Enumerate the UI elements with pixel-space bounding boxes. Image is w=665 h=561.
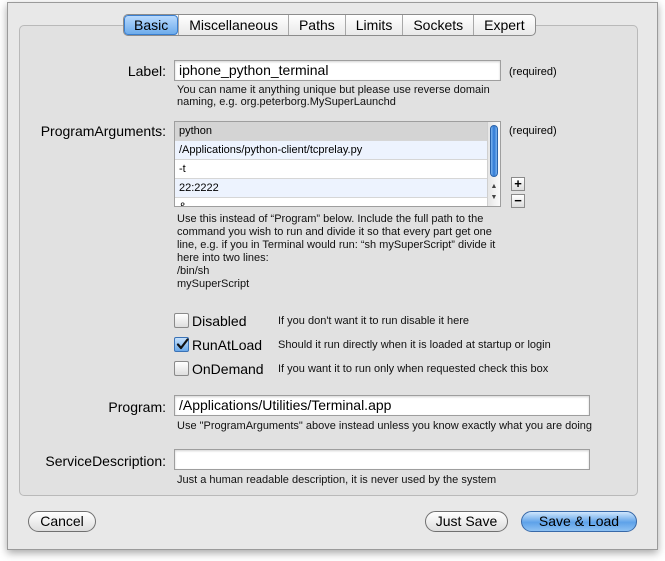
program-arguments-help-line-3: line, e.g. if you in Terminal would run:…	[177, 239, 496, 251]
ondemand-help: If you want it to run only when requeste…	[278, 363, 549, 375]
list-item[interactable]: python	[175, 122, 489, 141]
program-arguments-help-line-4: here into two lines:	[177, 252, 269, 264]
ondemand-checkbox-label[interactable]: OnDemand	[192, 361, 264, 377]
program-label: Program:	[108, 399, 166, 415]
list-item[interactable]: /Applications/python-client/tcprelay.py	[175, 141, 489, 160]
disabled-help: If you don't want it to run disable it h…	[278, 315, 470, 327]
program-arguments-help-line-2: command you wish to run and divide it so…	[177, 226, 492, 238]
program-help: Use "ProgramArguments" above instead unl…	[177, 420, 593, 432]
list-scrollbar[interactable]: ▲ ▼	[487, 122, 500, 206]
save-and-load-button[interactable]: Save & Load	[521, 511, 637, 532]
tab-sockets[interactable]: Sockets	[402, 15, 473, 35]
service-description-input[interactable]	[174, 449, 590, 470]
cancel-button[interactable]: Cancel	[28, 511, 96, 532]
list-item[interactable]: -t	[175, 160, 489, 179]
scroll-up-arrow-icon[interactable]: ▲	[489, 182, 499, 192]
runatload-checkbox[interactable]	[174, 337, 189, 352]
checkmark-icon	[176, 338, 189, 350]
runatload-checkbox-label[interactable]: RunAtLoad	[192, 337, 262, 353]
list-item[interactable]: 22:2222	[175, 179, 489, 198]
list-item[interactable]: &	[175, 198, 489, 206]
label-field-label: Label:	[127, 63, 166, 79]
program-input[interactable]: /Applications/Utilities/Terminal.app	[174, 395, 590, 416]
disabled-checkbox-label[interactable]: Disabled	[192, 313, 246, 329]
remove-argument-button[interactable]: −	[511, 194, 525, 208]
tab-paths[interactable]: Paths	[287, 15, 345, 35]
label-help-line-2: naming, e.g. org.peterborg.MySuperLaunch…	[177, 96, 396, 108]
program-arguments-label: ProgramArguments:	[40, 123, 166, 139]
scroll-down-arrow-icon[interactable]: ▼	[489, 193, 499, 203]
service-description-help: Just a human readable description, it is…	[177, 474, 497, 486]
program-arguments-help-line-5: /bin/sh	[177, 265, 210, 277]
runatload-help: Should it run directly when it is loaded…	[278, 339, 551, 351]
tab-basic[interactable]: Basic	[124, 15, 179, 35]
service-description-label: ServiceDescription:	[45, 453, 166, 469]
tab-miscellaneous[interactable]: Miscellaneous	[178, 15, 288, 35]
label-input[interactable]: iphone_python_terminal	[174, 60, 501, 81]
program-arguments-required-note: (required)	[509, 125, 557, 137]
program-arguments-help-line-1: Use this instead of “Program” below. Inc…	[177, 213, 484, 225]
ondemand-checkbox[interactable]	[174, 361, 189, 376]
tab-limits[interactable]: Limits	[344, 15, 403, 35]
program-arguments-list[interactable]: python /Applications/python-client/tcpre…	[174, 121, 501, 207]
just-save-button[interactable]: Just Save	[425, 511, 508, 532]
scrollbar-thumb[interactable]	[490, 125, 498, 177]
program-arguments-help-line-6: mySuperScript	[177, 278, 250, 290]
add-argument-button[interactable]: +	[511, 177, 525, 191]
disabled-checkbox[interactable]	[174, 313, 189, 328]
tab-expert[interactable]: Expert	[473, 15, 534, 35]
tab-bar: Basic Miscellaneous Paths Limits Sockets…	[123, 14, 536, 36]
label-required-note: (required)	[509, 66, 557, 78]
